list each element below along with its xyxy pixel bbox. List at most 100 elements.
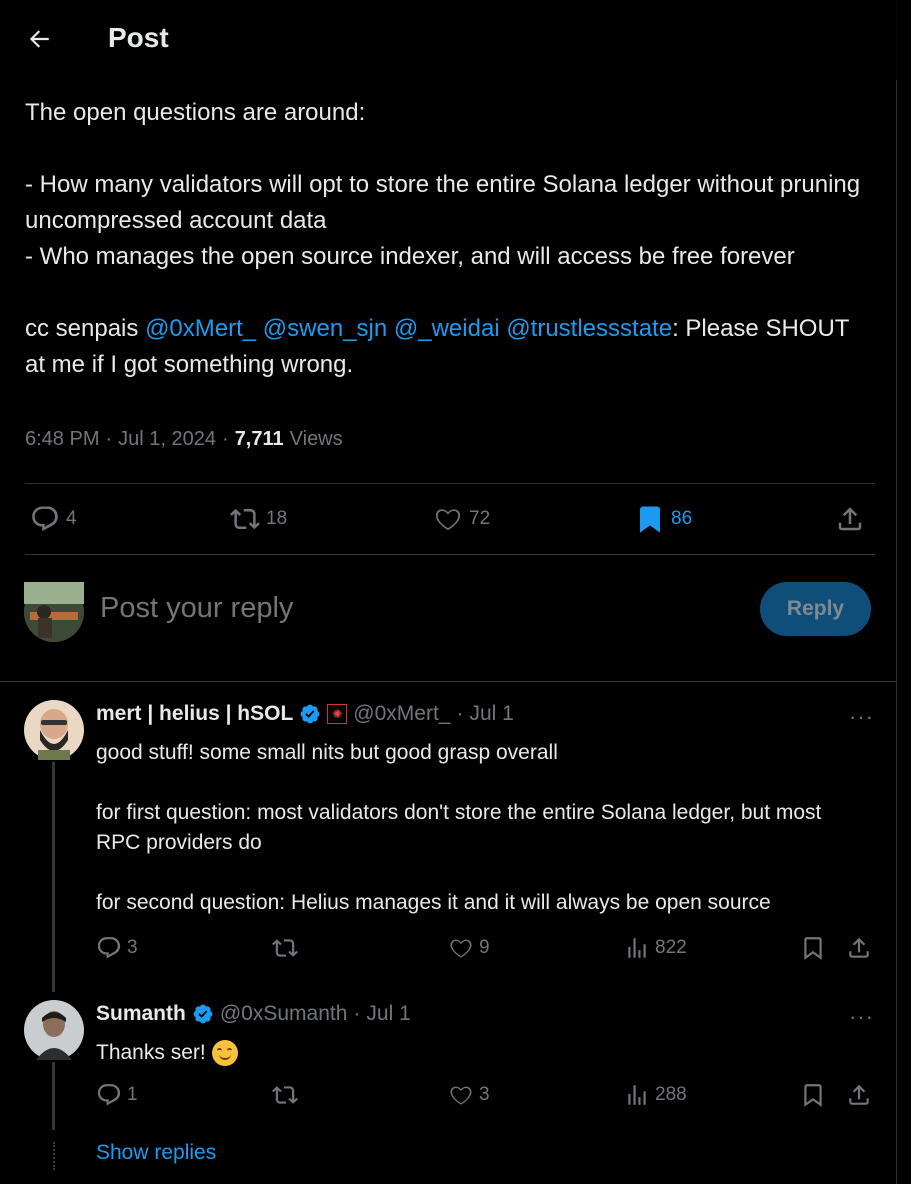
tweet-time[interactable]: 6:48 PM [25, 428, 99, 451]
views-count: 822 [655, 937, 687, 958]
reply-count: 1 [127, 1084, 138, 1105]
show-replies-link[interactable]: Show replies [96, 1141, 216, 1165]
smiling-face-emoji-icon [211, 1040, 238, 1067]
tweet-actions: 4 18 72 86 [25, 497, 875, 541]
more-options-icon[interactable]: ··· [849, 704, 874, 730]
reply-card[interactable]: mert | helius | hSOL ✺ @0xMert_ · Jul 1 … [24, 700, 874, 970]
repost-count: 18 [266, 508, 288, 529]
author-handle[interactable]: @0xMert_ [353, 702, 450, 726]
reply-icon [97, 1084, 121, 1106]
verified-badge-icon [300, 704, 320, 724]
reply-action[interactable]: 4 [30, 497, 77, 541]
avatar-illustration-icon [24, 700, 84, 760]
heart-icon [450, 939, 472, 958]
like-count: 72 [469, 508, 491, 529]
avatar[interactable] [24, 1000, 84, 1060]
repost-action[interactable]: 18 [230, 497, 287, 541]
share-icon [849, 937, 869, 958]
like-action[interactable]: 72 [433, 497, 490, 541]
like-action[interactable]: 3 [448, 1082, 490, 1108]
reply-text: Thanks ser! [96, 1038, 866, 1068]
like-action[interactable]: 9 [448, 935, 490, 961]
share-action[interactable] [835, 497, 865, 541]
reply-date[interactable]: Jul 1 [366, 1002, 410, 1026]
reply-button[interactable]: Reply [760, 582, 871, 636]
mention-link[interactable]: @_weidai [394, 315, 500, 342]
views-action[interactable]: 822 [624, 935, 687, 961]
header-bar: Post [0, 0, 897, 80]
divider [25, 483, 875, 484]
reply-action[interactable]: 3 [96, 935, 138, 961]
views-count: 288 [655, 1084, 687, 1105]
mention-link[interactable]: @swen_sjn [263, 315, 387, 342]
share-icon [849, 1084, 869, 1105]
author-handle[interactable]: @0xSumanth [220, 1002, 348, 1026]
separator: · [353, 1002, 361, 1025]
meta-separator: · [105, 428, 113, 450]
mention-link[interactable]: @0xMert_ [145, 315, 256, 342]
share-action[interactable] [846, 935, 872, 961]
back-button[interactable] [20, 20, 58, 58]
author-name[interactable]: Sumanth [96, 1002, 186, 1026]
reply-count: 3 [127, 937, 138, 958]
bookmark-action[interactable] [800, 1082, 826, 1108]
views-action[interactable]: 288 [624, 1082, 687, 1108]
reply-icon [32, 506, 58, 532]
like-count: 3 [479, 1084, 490, 1105]
bookmark-icon [804, 1084, 822, 1107]
views-count: 7,711 [234, 428, 284, 450]
more-options-icon[interactable]: ··· [849, 1004, 874, 1030]
share-icon [838, 507, 862, 531]
views-chart-icon [628, 938, 646, 958]
tweet-intro: The open questions are around: [25, 99, 366, 126]
reply-actions: 3 9 822 [96, 935, 874, 969]
repost-icon [230, 508, 260, 530]
tweet-date[interactable]: Jul 1, 2024 [118, 428, 216, 451]
affiliate-badge-icon: ✺ [327, 704, 348, 724]
author-name[interactable]: mert | helius | hSOL [96, 702, 293, 726]
back-arrow-icon [29, 30, 49, 48]
bookmark-action[interactable]: 86 [635, 497, 692, 541]
reply-date[interactable]: Jul 1 [469, 702, 513, 726]
heart-icon [435, 509, 461, 531]
mention-link[interactable]: @trustlessstate [506, 315, 672, 342]
reply-text: good stuff! some small nits but good gra… [96, 741, 822, 914]
reply-icon [97, 937, 121, 959]
page-title: Post [108, 22, 169, 53]
cc-prefix: cc senpais [25, 315, 146, 342]
heart-icon [450, 1086, 472, 1105]
tweet-text: The open questions are around: - How man… [25, 95, 875, 383]
avatar[interactable] [24, 700, 84, 760]
reply-input[interactable] [100, 592, 700, 625]
tweet-meta: 6:48 PM · Jul 1, 2024 · 7,711 Views [25, 428, 343, 451]
views-chart-icon [628, 1085, 646, 1105]
repost-action[interactable] [272, 1082, 298, 1108]
tweet-bullet-2: - Who manages the open source indexer, a… [25, 243, 795, 270]
bookmark-filled-icon [640, 506, 660, 533]
reply-card[interactable]: Sumanth @0xSumanth · Jul 1 ··· Thanks se… [24, 1000, 874, 1120]
user-avatar[interactable] [24, 582, 84, 642]
reply-header: mert | helius | hSOL ✺ @0xMert_ · Jul 1 [96, 702, 514, 726]
views-label: Views [289, 428, 343, 450]
bookmark-icon [804, 937, 822, 960]
reply-actions: 1 3 288 [96, 1082, 874, 1116]
verified-badge-icon [193, 1004, 213, 1024]
meta-separator: · [222, 428, 229, 450]
separator: · [456, 702, 464, 725]
share-action[interactable] [846, 1082, 872, 1108]
bookmark-count: 86 [671, 508, 693, 529]
divider [0, 681, 897, 682]
scrollbar[interactable] [897, 0, 911, 1184]
compose-reply: Reply [24, 580, 874, 642]
bookmark-action[interactable] [800, 935, 826, 961]
repost-icon [272, 939, 298, 957]
reply-header: Sumanth @0xSumanth · Jul 1 [96, 1002, 411, 1026]
reply-count: 4 [66, 508, 77, 529]
tweet-bullet-1: - How many validators will opt to store … [25, 171, 867, 234]
like-count: 9 [479, 937, 490, 958]
repost-action[interactable] [272, 935, 298, 961]
reply-action[interactable]: 1 [96, 1082, 138, 1108]
avatar-photo-icon [24, 1000, 84, 1060]
thread-continuation-dots [53, 1142, 55, 1170]
divider [25, 554, 875, 555]
